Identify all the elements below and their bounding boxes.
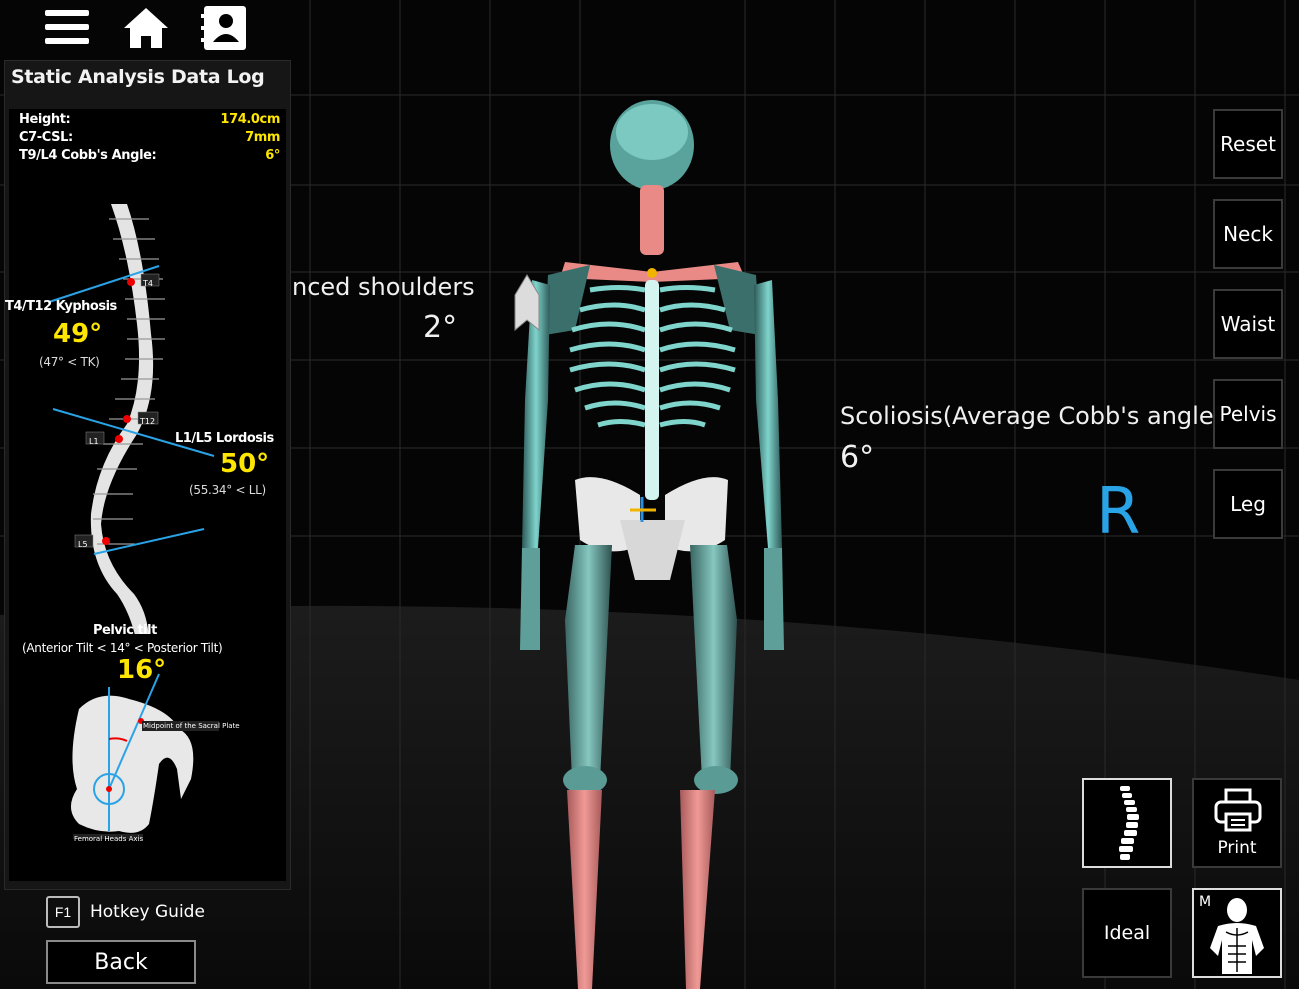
pelvis-diagram	[70, 673, 219, 839]
print-button[interactable]: Print	[1192, 778, 1282, 868]
sacral-plate-label: Midpoint of the Sacral Plate	[143, 722, 240, 730]
lordosis-ref: (55.34° < LL)	[189, 483, 266, 497]
kyphosis-value: 49°	[53, 319, 103, 349]
l5-tag: L5	[78, 540, 88, 549]
t4-tag: T4	[143, 279, 153, 288]
scoliosis-label: Scoliosis(Average Cobb's angle)	[840, 402, 1223, 430]
f1-key-icon[interactable]: F1	[46, 896, 80, 928]
pelvic-tilt-title: Pelvic tilt	[93, 623, 157, 638]
femoral-heads-label: Femoral Heads Axis	[74, 835, 144, 843]
scoliosis-value: 6°	[840, 440, 875, 475]
kyphosis-title: T4/T12 Kyphosis	[5, 299, 117, 314]
height-value: 174.0cm	[220, 112, 280, 127]
spine-icon	[1119, 786, 1139, 860]
spine-diagram	[48, 204, 215, 634]
shoulder-value: 2°	[423, 310, 458, 345]
muscle-body-icon	[1210, 898, 1264, 974]
panel-title: Static Analysis Data Log	[11, 66, 265, 88]
print-label: Print	[1217, 838, 1257, 858]
height-label: Height:	[19, 112, 71, 127]
leg-button[interactable]: Leg	[1213, 469, 1283, 539]
hamburger-menu-icon[interactable]	[41, 4, 93, 52]
neck-button[interactable]: Neck	[1213, 199, 1283, 269]
spine-view-button[interactable]	[1082, 778, 1172, 868]
home-icon[interactable]	[120, 4, 172, 52]
pelvis-button[interactable]: Pelvis	[1213, 379, 1283, 449]
lordosis-value: 50°	[220, 449, 270, 479]
l1-tag: L1	[89, 437, 99, 446]
muscle-view-button[interactable]: M	[1192, 888, 1282, 978]
t12-tag: T12	[140, 417, 156, 426]
data-log-content: Height: 174.0cm C7-CSL: 7mm T9/L4 Cobb's…	[5, 109, 286, 881]
c7-csl-value: 7mm	[245, 130, 280, 145]
lordosis-title: L1/L5 Lordosis	[175, 431, 274, 446]
printer-icon	[1214, 788, 1262, 832]
side-indicator-r: R	[1096, 475, 1141, 549]
shoulder-label: nced shoulders	[292, 273, 475, 301]
waist-button[interactable]: Waist	[1213, 289, 1283, 359]
hotkey-guide-label[interactable]: Hotkey Guide	[90, 902, 205, 922]
ideal-button[interactable]: Ideal	[1082, 888, 1172, 978]
back-button[interactable]: Back	[46, 940, 196, 984]
static-analysis-panel: Static Analysis Data Log Height: 174.0cm…	[4, 60, 291, 890]
kyphosis-ref: (47° < TK)	[39, 355, 100, 369]
contact-book-icon[interactable]	[198, 4, 250, 52]
cobb-angle-value: 6°	[265, 148, 280, 163]
reset-button[interactable]: Reset	[1213, 109, 1283, 179]
pelvic-tilt-ref: (Anterior Tilt < 14° < Posterior Tilt)	[22, 641, 223, 655]
cobb-angle-label: T9/L4 Cobb's Angle:	[19, 148, 157, 163]
c7-csl-label: C7-CSL:	[19, 130, 73, 145]
